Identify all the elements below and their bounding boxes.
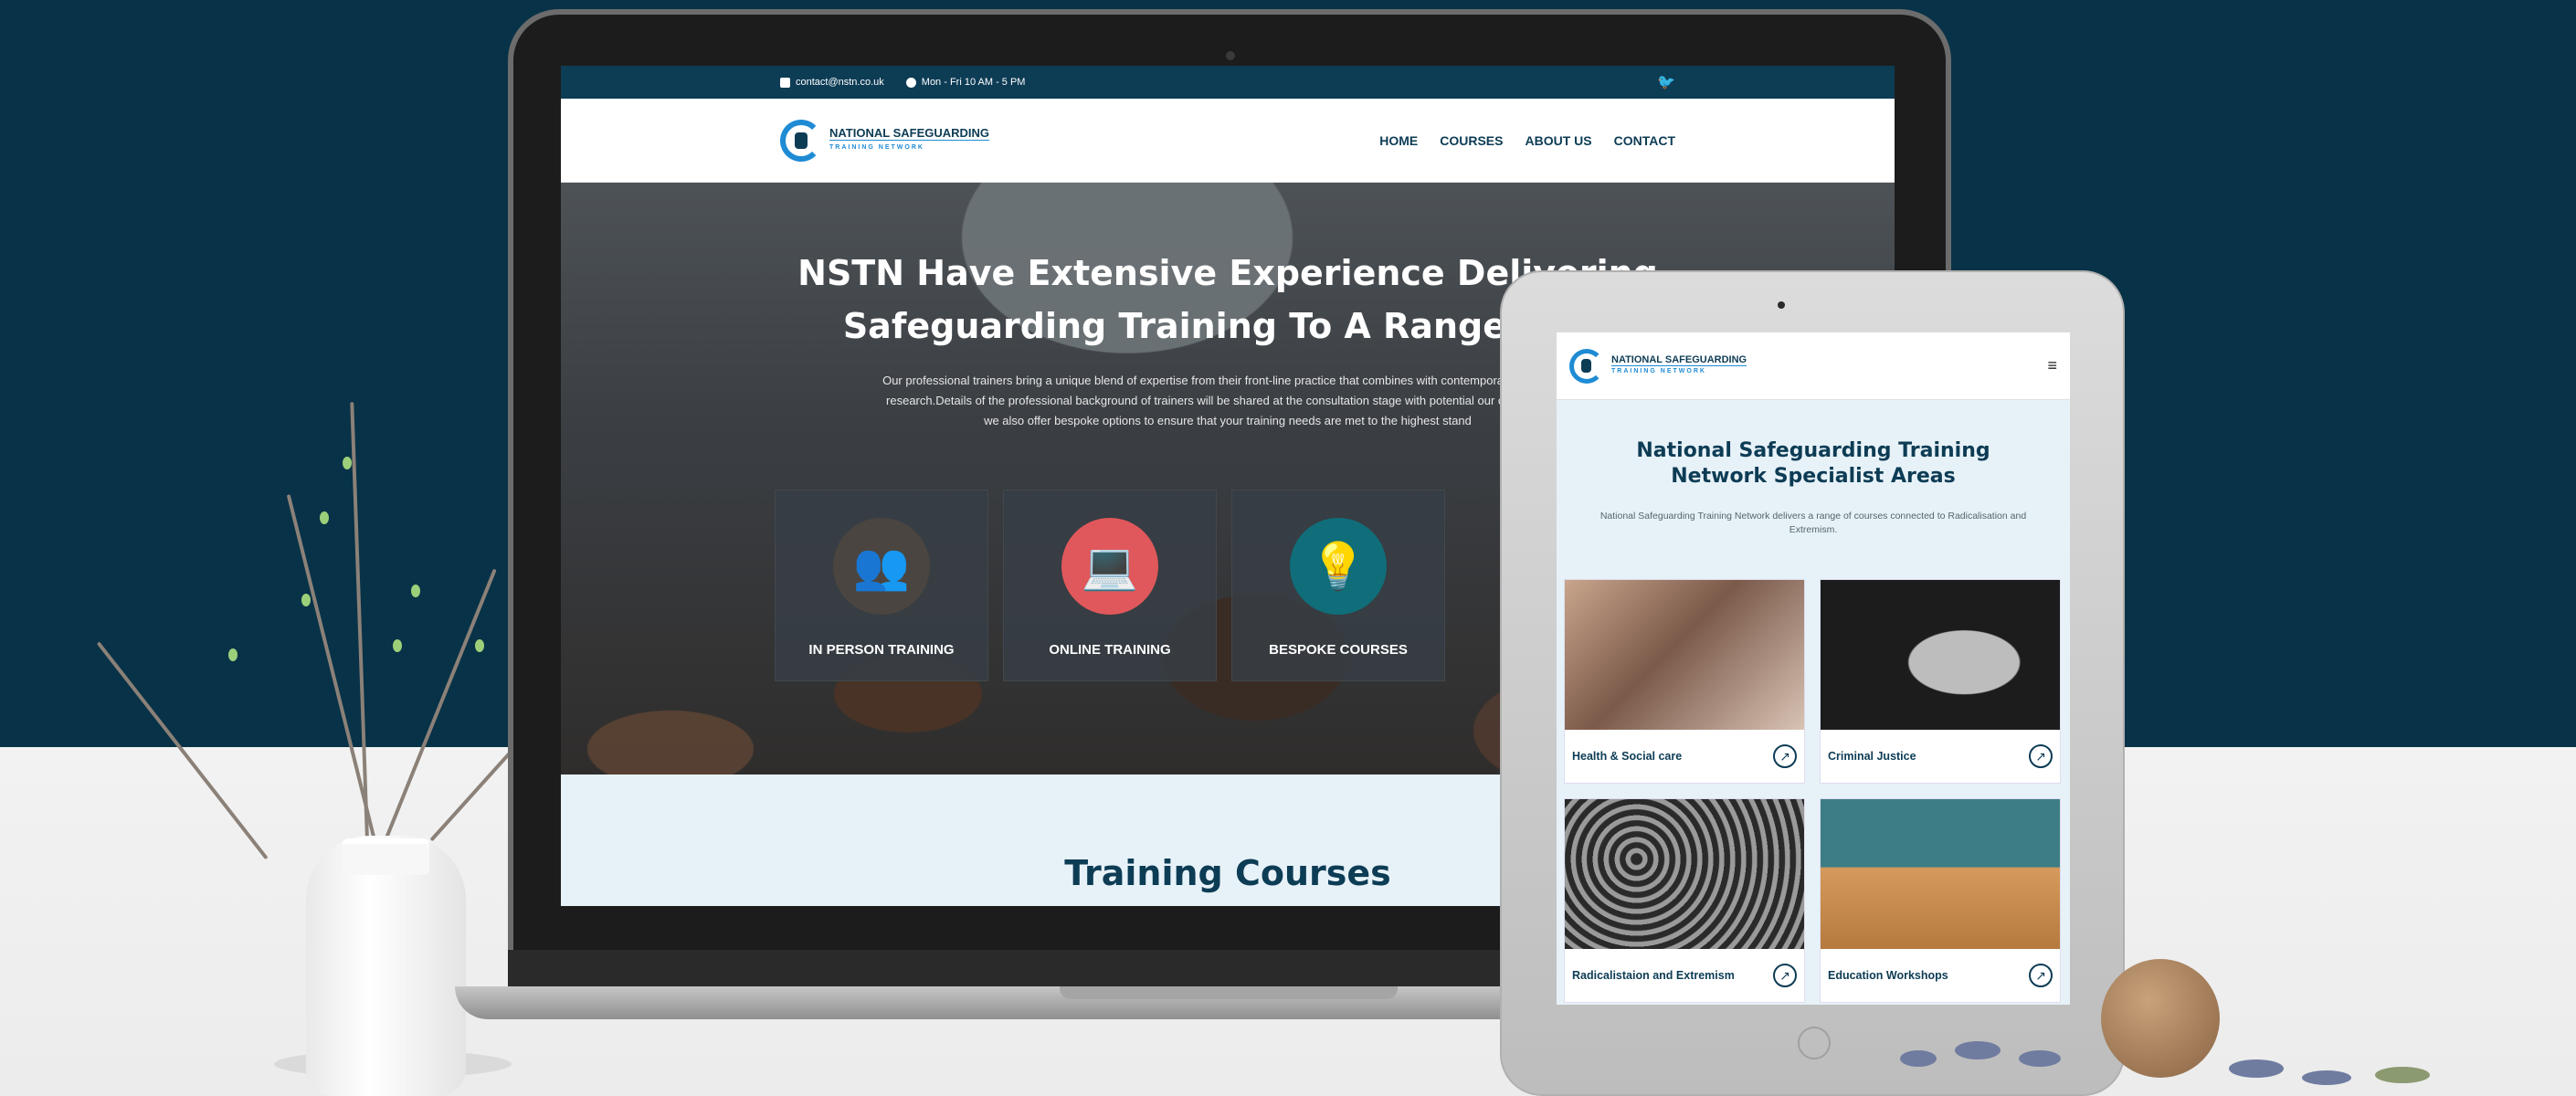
tablet-logo[interactable]: NATIONAL SAFEGUARDING TRAINING NETWORK bbox=[1569, 348, 1747, 384]
nav-home[interactable]: HOME bbox=[1379, 133, 1418, 148]
logo-name: NATIONAL SAFEGUARDING bbox=[829, 126, 990, 140]
twine-ball bbox=[2101, 959, 2220, 1078]
twitter-icon[interactable]: 🐦 bbox=[1657, 73, 1675, 91]
card-in-person-training[interactable]: 👥 IN PERSON TRAINING bbox=[775, 490, 988, 681]
card-bespoke-courses[interactable]: 💡 BESPOKE COURSES bbox=[1231, 490, 1445, 681]
laptop-notch bbox=[1060, 986, 1398, 999]
tablet-description: National Safeguarding Training Network d… bbox=[1599, 511, 2027, 535]
logo-name: NATIONAL SAFEGUARDING bbox=[1611, 354, 1747, 365]
area-photo bbox=[1565, 580, 1804, 730]
area-photo bbox=[1565, 799, 1804, 949]
arrow-icon[interactable]: ↗ bbox=[2029, 744, 2053, 768]
card-label: BESPOKE COURSES bbox=[1269, 642, 1408, 658]
site-logo[interactable]: NATIONAL SAFEGUARDING TRAINING NETWORK bbox=[780, 119, 990, 162]
area-card-education-workshops[interactable]: Education Workshops ↗ bbox=[1820, 798, 2061, 1003]
area-photo bbox=[1821, 580, 2060, 730]
logo-subtitle: TRAINING NETWORK bbox=[1611, 365, 1747, 377]
area-label: Education Workshops bbox=[1828, 969, 1948, 982]
tablet-camera bbox=[1778, 301, 1785, 309]
email-info[interactable]: contact@nstn.co.uk bbox=[780, 77, 884, 88]
area-card-radicalisation-extremism[interactable]: Radicalistaion and Extremism ↗ bbox=[1564, 798, 1805, 1003]
tablet-screen: NATIONAL SAFEGUARDING TRAINING NETWORK ≡… bbox=[1557, 332, 2070, 1005]
logo-emblem-icon bbox=[780, 119, 822, 162]
service-cards: 👥 IN PERSON TRAINING 💻 ONLINE TRAINING 💡… bbox=[775, 490, 1445, 681]
contact-topbar: contact@nstn.co.uk Mon - Fri 10 AM - 5 P… bbox=[561, 66, 1895, 99]
arrow-icon[interactable]: ↗ bbox=[2029, 964, 2053, 987]
lightbulb-gear-icon: 💡 bbox=[1290, 518, 1387, 615]
area-photo bbox=[1821, 799, 2060, 949]
card-online-training[interactable]: 💻 ONLINE TRAINING bbox=[1003, 490, 1217, 681]
vase-neck bbox=[343, 838, 429, 875]
tablet-header: NATIONAL SAFEGUARDING TRAINING NETWORK ≡ bbox=[1557, 332, 2070, 400]
specialist-areas-grid: Health & Social care ↗ Criminal Justice ↗ … bbox=[1564, 579, 2063, 1003]
logo-subtitle: TRAINING NETWORK bbox=[829, 140, 990, 154]
card-label: ONLINE TRAINING bbox=[1049, 642, 1171, 658]
main-navbar: NATIONAL SAFEGUARDING TRAINING NETWORK H… bbox=[561, 99, 1895, 183]
hours-info: Mon - Fri 10 AM - 5 PM bbox=[905, 77, 1025, 88]
hero-paragraph: Our professional trainers bring a unique… bbox=[882, 374, 1573, 427]
hamburger-icon[interactable]: ≡ bbox=[2047, 356, 2057, 375]
logo-emblem-icon bbox=[1569, 348, 1604, 384]
arrow-icon[interactable]: ↗ bbox=[1773, 744, 1797, 768]
tablet-home-button[interactable] bbox=[1798, 1027, 1831, 1059]
arrow-icon[interactable]: ↗ bbox=[1773, 964, 1797, 987]
laptop-camera bbox=[1226, 51, 1235, 60]
area-label: Health & Social care bbox=[1572, 750, 1683, 763]
area-card-health-social-care[interactable]: Health & Social care ↗ bbox=[1564, 579, 1805, 784]
area-card-criminal-justice[interactable]: Criminal Justice ↗ bbox=[1820, 579, 2061, 784]
clock-icon bbox=[905, 77, 916, 88]
area-label: Criminal Justice bbox=[1828, 750, 1916, 763]
nav-courses[interactable]: COURSES bbox=[1440, 133, 1503, 148]
nav-about-us[interactable]: ABOUT US bbox=[1525, 133, 1591, 148]
classroom-icon: 👥 bbox=[833, 518, 930, 615]
mail-icon bbox=[780, 77, 790, 88]
main-menu: HOME COURSES ABOUT US CONTACT bbox=[1379, 133, 1675, 148]
card-label: IN PERSON TRAINING bbox=[808, 642, 955, 658]
nav-contact[interactable]: CONTACT bbox=[1614, 133, 1675, 148]
laptop-user-icon: 💻 bbox=[1061, 518, 1158, 615]
tablet-title: National Safeguarding Training Network S… bbox=[1636, 439, 1990, 488]
area-label: Radicalistaion and Extremism bbox=[1572, 969, 1735, 982]
